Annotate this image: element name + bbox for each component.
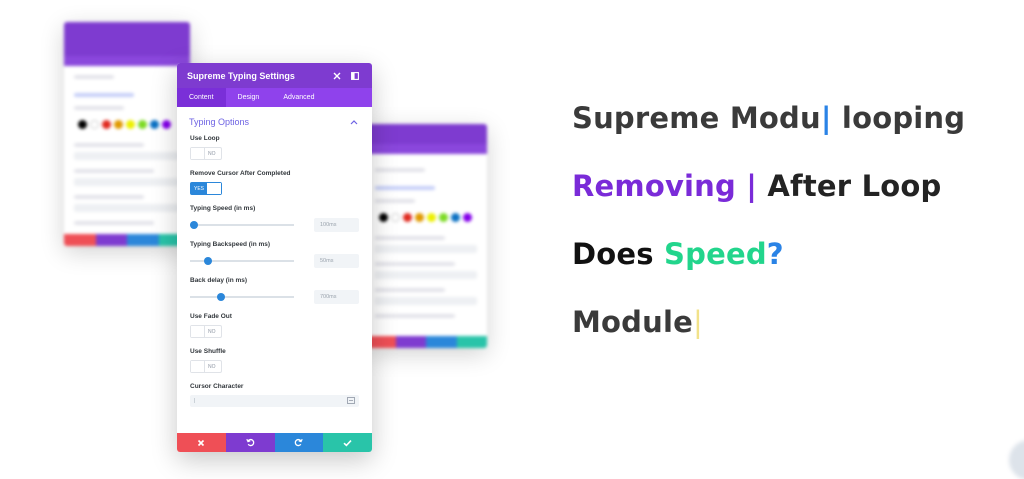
close-icon[interactable] — [330, 69, 344, 83]
dynamic-content-icon[interactable] — [347, 396, 355, 406]
typing-settings-panel: Supreme Typing Settings Content Design A… — [177, 63, 372, 452]
typing-demo-line-3: Does Speed? — [572, 237, 784, 271]
background-panel-left — [64, 22, 190, 246]
redo-button[interactable] — [274, 433, 324, 452]
background-panel-tabs — [365, 144, 487, 154]
back-delay-value[interactable]: 700ms — [314, 290, 359, 304]
background-panel-right — [365, 124, 487, 348]
fade-out-toggle[interactable]: NO — [190, 325, 222, 338]
typing-backspeed-value[interactable]: 50ms — [314, 254, 359, 268]
remove-cursor-toggle[interactable]: YES — [190, 182, 222, 195]
remove-cursor-label: Remove Cursor After Completed — [190, 170, 291, 177]
shuffle-toggle[interactable]: NO — [190, 360, 222, 373]
back-delay-label: Back delay (in ms) — [190, 277, 248, 284]
typing-backspeed-slider[interactable] — [190, 257, 294, 265]
sidebar-toggle-icon[interactable] — [348, 69, 362, 83]
cursor-character-input[interactable]: | — [190, 395, 359, 407]
background-panel-footer — [365, 336, 487, 348]
chevron-up-icon[interactable] — [348, 116, 360, 128]
discard-button[interactable] — [177, 433, 226, 452]
panel-footer — [177, 433, 372, 452]
typing-demo-line-4: Module| — [572, 305, 703, 339]
redo-icon — [295, 438, 304, 447]
typing-cursor: | — [693, 305, 703, 339]
decorative-circle — [1009, 440, 1024, 479]
cursor-character-label: Cursor Character — [190, 383, 244, 390]
undo-button[interactable] — [225, 433, 275, 452]
color-swatches — [78, 120, 180, 129]
tab-content[interactable]: Content — [177, 88, 226, 107]
slider-thumb[interactable] — [190, 221, 199, 229]
color-swatches — [379, 213, 477, 222]
tab-advanced[interactable]: Advanced — [271, 88, 326, 107]
typing-speed-value[interactable]: 100ms — [314, 218, 359, 232]
background-panel-tabs — [64, 56, 190, 66]
typing-speed-slider[interactable] — [190, 221, 294, 229]
back-delay-slider[interactable] — [190, 293, 294, 301]
section-title: Typing Options — [189, 117, 250, 127]
use-loop-label: Use Loop — [190, 135, 220, 142]
shuffle-label: Use Shuffle — [190, 348, 226, 355]
background-panel-header — [64, 22, 190, 56]
save-button[interactable] — [323, 433, 372, 452]
check-icon — [343, 439, 352, 447]
fade-out-label: Use Fade Out — [190, 313, 232, 320]
undo-icon — [245, 438, 254, 447]
background-panel-header — [365, 124, 487, 144]
typing-options-section[interactable]: Typing Options — [177, 107, 372, 137]
close-icon — [198, 439, 205, 446]
panel-header: Supreme Typing Settings — [177, 63, 372, 88]
panel-title: Supreme Typing Settings — [187, 70, 295, 81]
background-panel-footer — [64, 234, 190, 246]
typing-demo-line-2: Removing | After Loop — [572, 169, 942, 203]
tab-design[interactable]: Design — [226, 88, 272, 107]
typing-backspeed-label: Typing Backspeed (in ms) — [190, 241, 271, 248]
slider-thumb[interactable] — [217, 293, 226, 301]
typing-speed-label: Typing Speed (in ms) — [190, 205, 256, 212]
panel-tabs: Content Design Advanced — [177, 88, 372, 107]
use-loop-toggle[interactable]: NO — [190, 147, 222, 160]
typing-demo-line-1: Supreme Modu| looping — [572, 101, 966, 135]
typing-cursor: | — [820, 101, 832, 135]
slider-thumb[interactable] — [203, 257, 212, 265]
